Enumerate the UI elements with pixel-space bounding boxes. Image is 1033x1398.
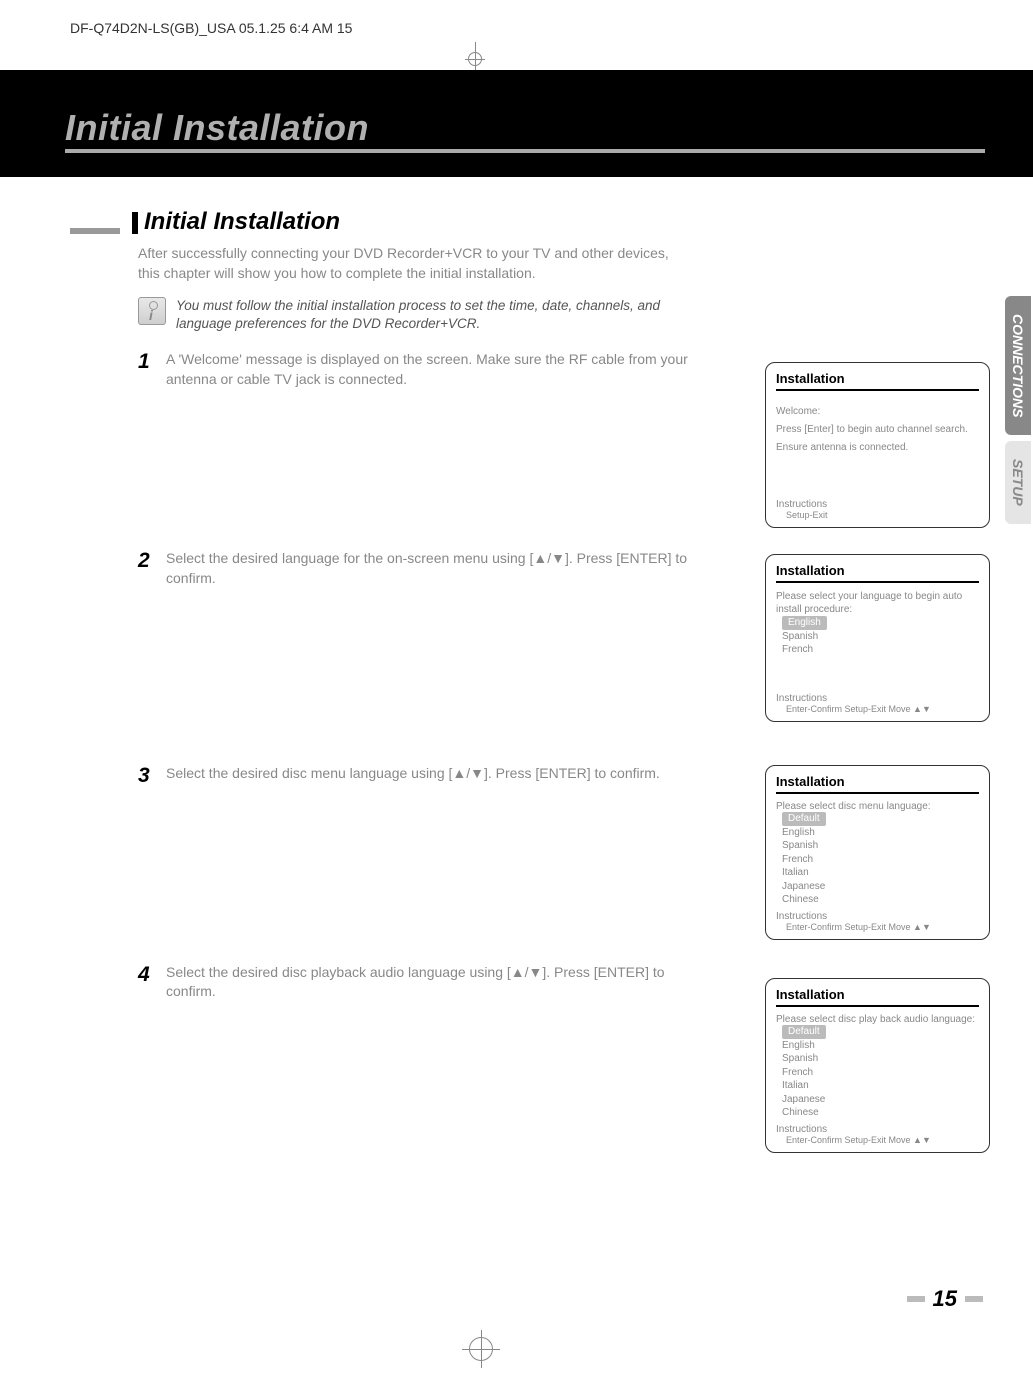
tab-connections: CONNECTIONS	[1005, 296, 1031, 435]
osd-option: Italian	[782, 1079, 979, 1093]
osd-title: Installation	[776, 774, 979, 794]
step-number: 2	[138, 549, 166, 573]
step-text: Select the desired language for the on-s…	[166, 549, 711, 588]
intro-paragraph: After successfully connecting your DVD R…	[138, 244, 678, 283]
osd-option: French	[782, 643, 979, 657]
step-number: 1	[138, 350, 166, 374]
step-number: 3	[138, 764, 166, 788]
osd-options: Default English Spanish French Italian J…	[782, 812, 979, 907]
osd-option: Japanese	[782, 880, 979, 894]
osd-option-selected: English	[782, 616, 827, 630]
osd-option-selected: Default	[782, 812, 826, 826]
osd-option: Italian	[782, 866, 979, 880]
osd-line: Welcome:	[776, 405, 979, 418]
osd-option: Spanish	[782, 1052, 979, 1066]
section-title: Initial Installation	[144, 210, 340, 234]
osd-option: English	[782, 1039, 979, 1053]
osd-instructions-label: Instructions	[776, 499, 979, 510]
page-footer: 15	[907, 1286, 983, 1312]
heading-bar-black-icon	[132, 212, 138, 234]
osd-instructions: Enter-Confirm Setup-Exit Move ▲▼	[786, 1135, 979, 1145]
osd-option: Chinese	[782, 893, 979, 907]
osd-option: English	[782, 826, 979, 840]
side-tabs: CONNECTIONS SETUP	[1005, 296, 1033, 524]
tab-setup: SETUP	[1005, 441, 1031, 524]
osd-instructions: Setup-Exit	[786, 510, 979, 520]
osd-instructions-label: Instructions	[776, 693, 979, 704]
osd-option: French	[782, 1066, 979, 1080]
osd-prompt: Please select disc play back audio langu…	[776, 1014, 979, 1025]
osd-options: Default English Spanish French Italian J…	[782, 1025, 979, 1120]
note-text: You must follow the initial installation…	[176, 297, 696, 332]
crop-mark-bottom-icon	[462, 1330, 500, 1368]
osd-title: Installation	[776, 371, 979, 391]
osd-option: French	[782, 853, 979, 867]
osd-instructions-label: Instructions	[776, 1124, 979, 1135]
heading-bar-gray-icon	[70, 228, 120, 234]
chapter-heading-row: Initial Installation	[65, 107, 985, 153]
osd-body: Welcome: Press [Enter] to begin auto cha…	[776, 405, 979, 483]
osd-prompt: Please select disc menu language:	[776, 801, 979, 812]
osd-option: Spanish	[782, 839, 979, 853]
step-text: Select the desired disc menu language us…	[166, 764, 711, 784]
info-icon	[138, 297, 166, 325]
note-row: You must follow the initial installation…	[138, 297, 990, 332]
osd-instructions-label: Instructions	[776, 911, 979, 922]
page-content: Initial Installation After successfully …	[70, 210, 990, 1012]
page-number: 15	[933, 1286, 957, 1312]
pdf-header: DF-Q74D2N-LS(GB)_USA 05.1.25 6:4 AM 15	[70, 20, 352, 36]
osd-options: English Spanish French	[782, 616, 979, 657]
osd-screen-language: Installation Please select your language…	[765, 554, 990, 722]
osd-screen-audio-lang: Installation Please select disc play bac…	[765, 978, 990, 1153]
step-text: A 'Welcome' message is displayed on the …	[166, 350, 711, 389]
footer-bar-icon	[965, 1296, 983, 1302]
osd-instructions: Enter-Confirm Setup-Exit Move ▲▼	[786, 922, 979, 932]
osd-option: Chinese	[782, 1106, 979, 1120]
osd-option-selected: Default	[782, 1025, 826, 1039]
osd-line: Ensure antenna is connected.	[776, 441, 979, 454]
step-number: 4	[138, 963, 166, 987]
step-text: Select the desired disc playback audio l…	[166, 963, 711, 1002]
osd-prompt: Please select your language to begin aut…	[776, 590, 979, 616]
osd-screen-disc-menu-lang: Installation Please select disc menu lan…	[765, 765, 990, 940]
osd-instructions: Enter-Confirm Setup-Exit Move ▲▼	[786, 704, 979, 714]
osd-title: Installation	[776, 987, 979, 1007]
chapter-title: Initial Installation	[65, 107, 985, 149]
osd-option: Spanish	[782, 630, 979, 644]
osd-option: Japanese	[782, 1093, 979, 1107]
section-heading-row: Initial Installation	[70, 210, 990, 234]
footer-bar-icon	[907, 1296, 925, 1302]
osd-line: Press [Enter] to begin auto channel sear…	[776, 423, 979, 436]
osd-screen-welcome: Installation Welcome: Press [Enter] to b…	[765, 362, 990, 528]
osd-title: Installation	[776, 563, 979, 583]
